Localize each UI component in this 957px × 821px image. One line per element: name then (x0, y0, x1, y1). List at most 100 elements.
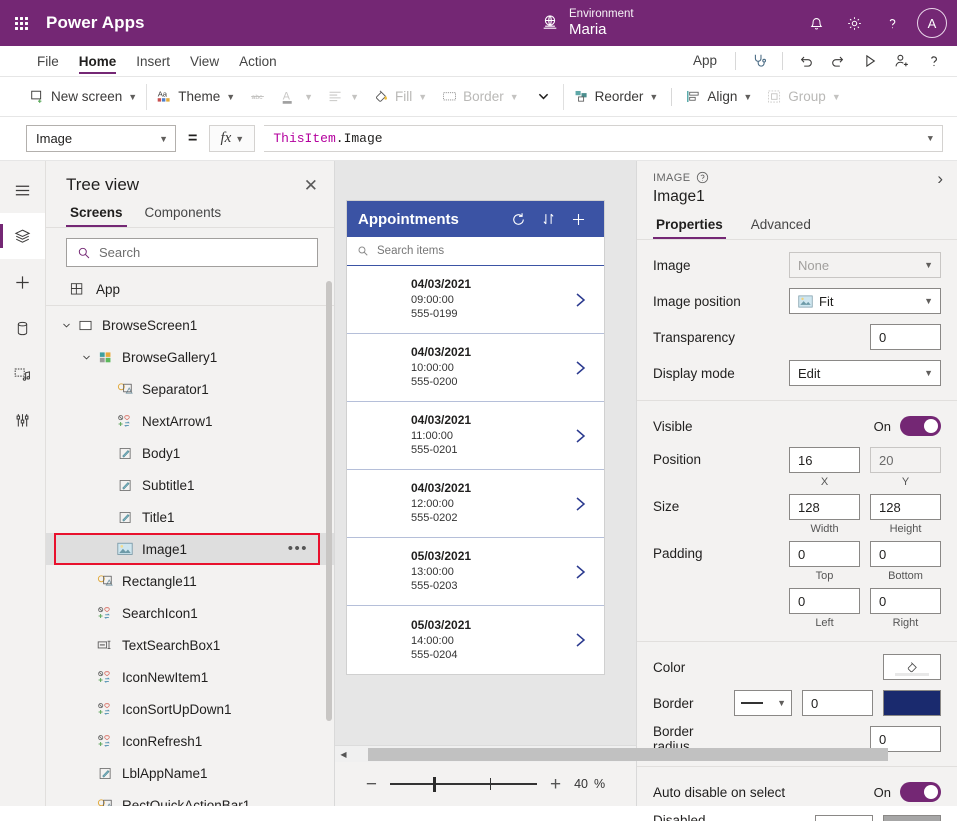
tree-node-iconnewitem1[interactable]: IconNewItem1 (46, 661, 334, 693)
expand-chevron-right-icon[interactable]: › (937, 170, 943, 187)
gallery-search-box[interactable]: Search items (347, 237, 604, 266)
fx-button[interactable]: fx ▼ (209, 125, 255, 152)
menu-item-view[interactable]: View (181, 51, 228, 76)
tab-components[interactable]: Components (141, 203, 226, 227)
border-color-swatch[interactable] (883, 690, 941, 716)
tree-node-nextarrow1[interactable]: NextArrow1 (46, 405, 334, 437)
next-arrow-icon[interactable] (573, 358, 588, 378)
zoom-slider[interactable] (390, 777, 537, 791)
border-style-dropdown[interactable]: ▼ (734, 690, 792, 716)
sidebar-item-tree-view[interactable] (0, 213, 45, 259)
app-menu-button[interactable]: App (683, 53, 727, 68)
chevron-down-icon[interactable] (78, 352, 94, 363)
gallery-item[interactable]: 04/03/202112:00:00555-0202 (347, 470, 604, 538)
tree-node-browsegallery1[interactable]: BrowseGallery1 (46, 341, 334, 373)
tab-screens[interactable]: Screens (66, 203, 127, 227)
position-x-input[interactable]: 16 (789, 447, 860, 473)
sidebar-item-advanced-tools[interactable] (0, 397, 45, 443)
sidebar-item-data[interactable] (0, 305, 45, 351)
close-icon[interactable]: ✕ (304, 177, 318, 194)
menu-item-insert[interactable]: Insert (127, 51, 179, 76)
sort-button[interactable] (533, 211, 563, 227)
zoom-out-button[interactable]: − (366, 775, 377, 794)
tree-node-iconrefresh1[interactable]: IconRefresh1 (46, 725, 334, 757)
search-input[interactable]: Search (66, 238, 318, 267)
waffle-menu-button[interactable] (0, 17, 42, 30)
new-screen-button[interactable]: New screen ▼ (22, 83, 144, 111)
theme-button[interactable]: Aa Theme ▼ (149, 83, 242, 111)
sidebar-item-insert[interactable] (0, 259, 45, 305)
help-button[interactable] (875, 6, 909, 40)
canvas-horizontal-scrollbar[interactable]: ◀ ▶ (335, 745, 636, 762)
border-width-input[interactable]: 0 (802, 690, 873, 716)
chevron-down-icon[interactable] (58, 320, 74, 331)
padding-bottom-input[interactable]: 0 (870, 541, 941, 567)
tree-node-lblappname1[interactable]: LblAppName1 (46, 757, 334, 789)
next-arrow-icon[interactable] (573, 426, 588, 446)
padding-right-input[interactable]: 0 (870, 588, 941, 614)
padding-left-input[interactable]: 0 (789, 588, 860, 614)
refresh-button[interactable] (503, 211, 533, 228)
tree-node-image1[interactable]: Image1••• (46, 533, 334, 565)
scroll-thumb[interactable] (368, 748, 888, 761)
more-format-options-button[interactable] (526, 83, 561, 111)
color-picker-button[interactable] (883, 654, 941, 680)
position-y-input[interactable]: 20 (870, 447, 941, 473)
size-width-input[interactable]: 128 (789, 494, 860, 520)
visible-toggle[interactable] (900, 416, 941, 436)
disabled-color-picker-button[interactable] (815, 815, 873, 821)
gallery-item[interactable]: 05/03/202114:00:00555-0204 (347, 606, 604, 674)
next-arrow-icon[interactable] (573, 562, 588, 582)
size-height-input[interactable]: 128 (870, 494, 941, 520)
transparency-input[interactable]: 0 (870, 324, 941, 350)
notifications-button[interactable] (799, 6, 833, 40)
slider-thumb[interactable] (433, 777, 437, 792)
property-selector-dropdown[interactable]: Image ▼ (26, 125, 176, 152)
tree-node-textsearchbox1[interactable]: TextSearchBox1 (46, 629, 334, 661)
hamburger-menu-button[interactable] (0, 167, 45, 213)
tree-scrollbar[interactable] (326, 281, 332, 721)
gallery-item[interactable]: 04/03/202109:00:00555-0199 (347, 266, 604, 334)
next-arrow-icon[interactable] (573, 290, 588, 310)
image-position-dropdown[interactable]: Fit ▼ (789, 288, 941, 314)
tree-node-rectquickactionbar1[interactable]: RectQuickActionBar1 (46, 789, 334, 806)
tree-node-rectangle11[interactable]: Rectangle11 (46, 565, 334, 597)
tree-node-searchicon1[interactable]: SearchIcon1 (46, 597, 334, 629)
app-checker-button[interactable] (744, 48, 774, 74)
next-arrow-icon[interactable] (573, 494, 588, 514)
environment-selector[interactable]: Environment Maria (540, 0, 634, 46)
avatar[interactable]: A (917, 8, 947, 38)
settings-button[interactable] (837, 6, 871, 40)
gallery-item[interactable]: 05/03/202113:00:00555-0203 (347, 538, 604, 606)
tree-node-body1[interactable]: Body1 (46, 437, 334, 469)
help-menu-button[interactable] (919, 48, 949, 74)
tree-node-subtitle1[interactable]: Subtitle1 (46, 469, 334, 501)
tab-advanced[interactable]: Advanced (748, 215, 814, 239)
preview-button[interactable] (855, 48, 885, 74)
zoom-in-button[interactable]: + (550, 775, 561, 794)
undo-button[interactable] (791, 48, 821, 74)
help-circle-icon[interactable] (696, 171, 709, 184)
next-arrow-icon[interactable] (573, 630, 588, 650)
tree-node-iconsortupdown1[interactable]: IconSortUpDown1 (46, 693, 334, 725)
scroll-track[interactable] (352, 746, 619, 763)
image-source-dropdown[interactable]: None ▼ (789, 252, 941, 278)
reorder-button[interactable]: Reorder ▼ (566, 83, 666, 111)
share-button[interactable] (887, 48, 917, 74)
menu-item-home[interactable]: Home (70, 51, 126, 76)
menu-item-action[interactable]: Action (230, 51, 286, 76)
gallery-item[interactable]: 04/03/202110:00:00555-0200 (347, 334, 604, 402)
menu-item-file[interactable]: File (28, 51, 68, 76)
padding-top-input[interactable]: 0 (789, 541, 860, 567)
redo-button[interactable] (823, 48, 853, 74)
more-options-icon[interactable]: ••• (288, 546, 308, 552)
display-mode-dropdown[interactable]: Edit ▼ (789, 360, 941, 386)
tree-node-app[interactable]: App (46, 275, 334, 306)
auto-disable-toggle[interactable] (900, 782, 941, 802)
scroll-left-arrow-icon[interactable]: ◀ (335, 750, 352, 759)
tab-properties[interactable]: Properties (653, 215, 726, 239)
sidebar-item-media[interactable] (0, 351, 45, 397)
tree-node-browsescreen1[interactable]: BrowseScreen1 (46, 309, 334, 341)
disabled-color-swatch[interactable] (883, 815, 941, 821)
formula-input[interactable]: ThisItem.Image ▼ (264, 125, 943, 152)
